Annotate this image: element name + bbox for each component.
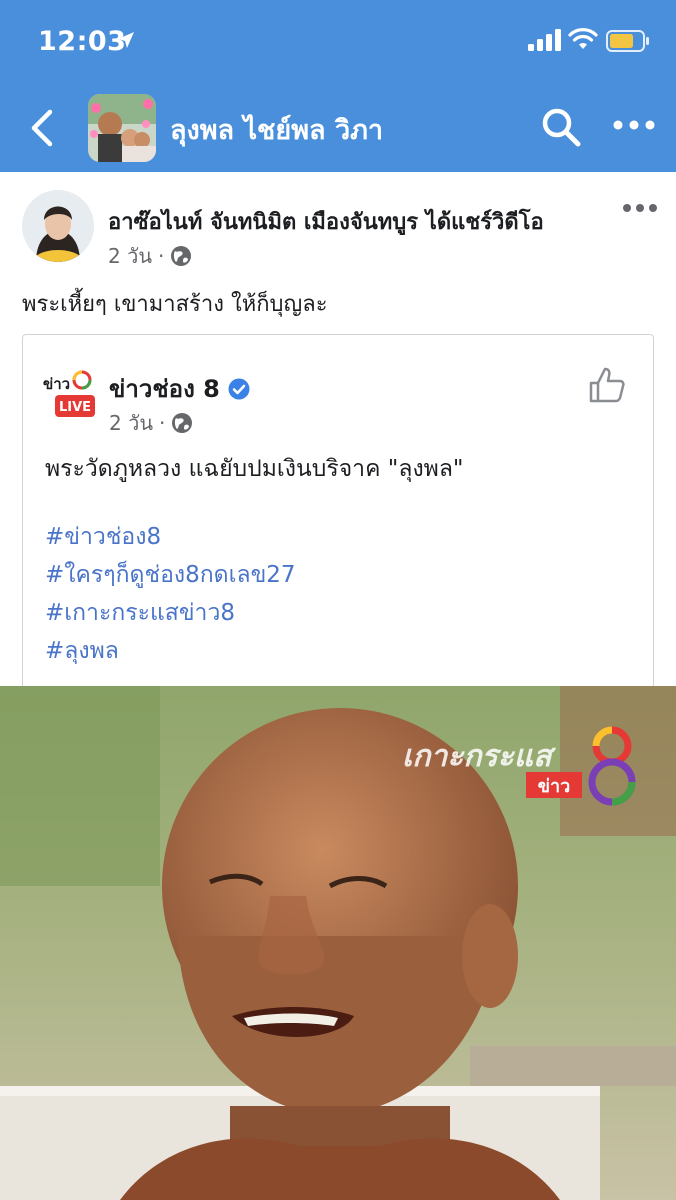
search-icon[interactable] <box>540 106 582 148</box>
post-caption: พระเหี้ยๆ เขามาสร้าง ให้ก็บุญละ <box>22 292 328 317</box>
verified-badge-icon <box>228 378 250 399</box>
channel8-logo-icon[interactable]: ข่าว LIVE <box>43 365 99 423</box>
meta-separator: · <box>157 244 165 268</box>
profile-avatar[interactable] <box>88 94 156 162</box>
globe-icon <box>172 413 193 433</box>
watermark-badge: ข่าว <box>538 776 571 797</box>
author-name[interactable]: อาซ๊อไนท์ จันทนิมิต เมืองจันทบูร <box>108 210 418 235</box>
hashtag-link[interactable]: #ลุงพล <box>45 635 296 668</box>
post-action: ได้แชร์วิดีโอ <box>425 210 544 235</box>
shared-page-header: ข่าวช่อง 8 <box>109 369 250 408</box>
post-time[interactable]: 2 วัน <box>108 240 152 272</box>
meta-separator: · <box>158 411 166 435</box>
battery-icon <box>606 30 649 52</box>
post-meta: 2 วัน · <box>108 240 192 272</box>
shared-post-text: พระวัดภูหลวง แฉยับปมเงินบริจาค "ลุงพล" <box>45 456 464 482</box>
page-title[interactable]: ลุงพล ไชย์พล วิภา <box>170 108 383 151</box>
hashtag-link[interactable]: #ใครๆก็ดูช่อง8กดเลข27 <box>45 559 296 592</box>
hashtag-link[interactable]: #เกาะกระแสข่าว8 <box>45 597 296 630</box>
shared-post-card[interactable]: ข่าว LIVE ข่าวช่อง 8 2 วัน · พระวัดภูหลว… <box>22 334 654 694</box>
post-header: อาซ๊อไนท์ จันทนิมิต เมืองจันทบูร ได้แชร์… <box>108 204 544 239</box>
app-header: 12:03 ลุงพล ไชย์พล วิภา <box>0 0 676 172</box>
wifi-icon <box>568 28 598 49</box>
nav-bar: ลุงพล ไชย์พล วิภา <box>0 84 676 172</box>
back-chevron-icon[interactable] <box>28 108 56 148</box>
post-options-icon[interactable] <box>622 202 658 214</box>
hashtag-list: #ข่าวช่อง8 #ใครๆก็ดูช่อง8กดเลข27 #เกาะกร… <box>45 521 296 668</box>
cellular-signal-icon <box>528 29 561 51</box>
logo-text: ข่าว <box>43 375 70 393</box>
author-photo <box>22 190 94 262</box>
hashtag-link[interactable]: #ข่าวช่อง8 <box>45 521 296 554</box>
status-bar: 12:03 <box>0 0 676 84</box>
more-dots-icon[interactable] <box>612 118 656 132</box>
like-page-icon[interactable] <box>587 365 627 405</box>
video-player[interactable]: เกาะกระแส ข่าว <box>0 686 676 1200</box>
author-avatar[interactable] <box>22 190 94 262</box>
location-arrow-icon <box>118 32 134 48</box>
shared-post-time[interactable]: 2 วัน <box>109 407 153 439</box>
feed-post: อาซ๊อไนท์ จันทนิมิต เมืองจันทบูร ได้แชร์… <box>0 172 676 1200</box>
watermark-text: เกาะกระแส <box>402 739 556 774</box>
shared-page-name[interactable]: ข่าวช่อง 8 <box>109 369 220 408</box>
globe-icon <box>171 246 192 266</box>
video-frame: เกาะกระแส ข่าว <box>0 686 676 1200</box>
status-time: 12:03 <box>38 26 127 57</box>
live-badge-text: LIVE <box>59 400 91 415</box>
shared-post-meta: 2 วัน · <box>109 407 193 439</box>
profile-photo <box>88 94 156 162</box>
